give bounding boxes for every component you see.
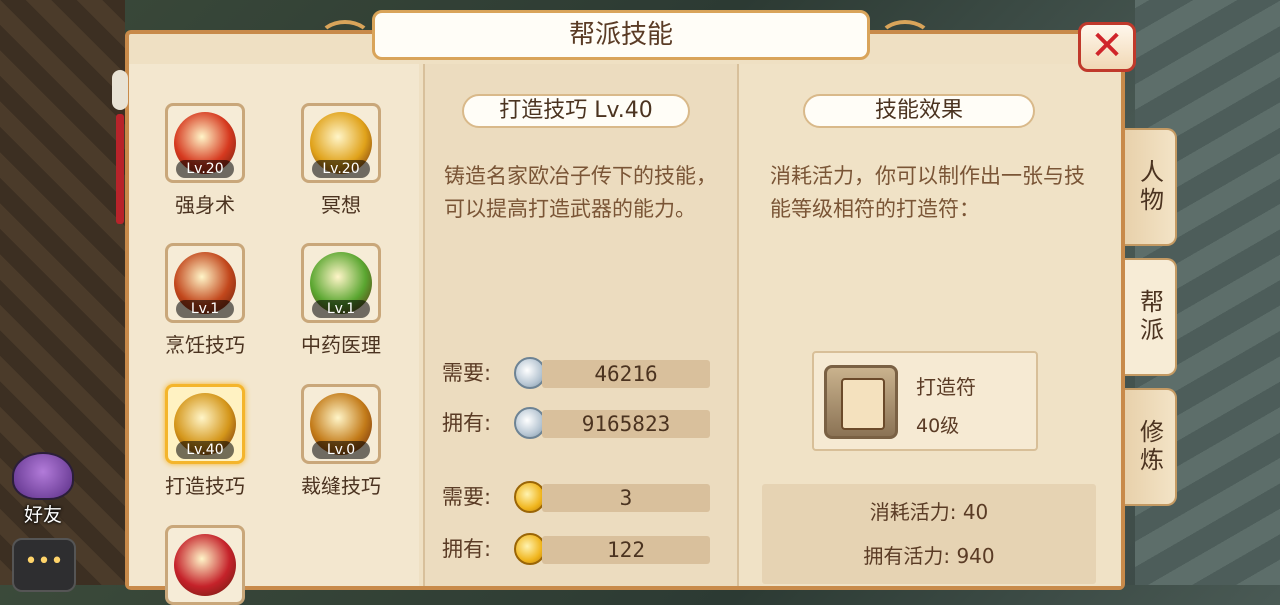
cost-label: 需要: [442, 485, 492, 509]
cost-value: 122 [542, 536, 710, 564]
cost-value: 46216 [542, 360, 710, 388]
item-level: 40级 [916, 415, 960, 437]
skill-name: 强身术 [175, 193, 235, 217]
skill-item[interactable]: Lv.20 冥想 [281, 103, 401, 218]
energy-cost: 消耗活力: 40 [869, 500, 989, 524]
skill-level-badge: Lv.20 [176, 160, 234, 178]
cost-row: 拥有: 122 [442, 533, 712, 565]
friends-label: 好友 [23, 504, 62, 526]
tab-cultivation[interactable]: 修炼 [1125, 388, 1177, 506]
skill-detail-title: 打造技巧 Lv.40 [462, 94, 690, 128]
skill-name: 中药医理 [301, 333, 381, 357]
skill-item[interactable]: Lv.1 中药医理 [281, 243, 401, 358]
tab-character[interactable]: 人物 [1125, 128, 1177, 246]
energy-box: 消耗活力: 40 拥有活力: 940 [762, 484, 1096, 584]
skill-name: 打造技巧 [165, 474, 245, 498]
item-frame [824, 365, 898, 439]
cost-row: 拥有: 9165823 [442, 407, 712, 439]
skill-name: 烹饪技巧 [165, 333, 245, 357]
chat-bubble-icon: ••• [24, 549, 64, 574]
wizard-avatar-icon [12, 452, 74, 500]
skill-orb-icon [174, 534, 236, 596]
tassel-ornament [112, 70, 128, 230]
skill-description: 铸造名家欧冶子传下的技能，可以提高打造武器的能力。 [444, 164, 717, 221]
skill-level-badge: Lv.40 [176, 441, 234, 459]
cost-label: 拥有: [442, 411, 492, 435]
cost-value: 3 [542, 484, 710, 512]
skill-level-badge: Lv.1 [312, 300, 370, 318]
skill-level-badge: Lv.20 [312, 160, 370, 178]
skill-item[interactable] [145, 525, 265, 605]
reward-item-card[interactable]: 打造符 40级 [812, 351, 1038, 451]
cost-value: 9165823 [542, 410, 710, 438]
item-name: 打造符 [916, 375, 976, 399]
scroll-icon [841, 378, 885, 430]
effect-description: 消耗活力，你可以制作出一张与技能等级相符的打造符： [770, 164, 1085, 221]
close-button[interactable]: ✕ [1078, 22, 1136, 72]
skill-item[interactable]: Lv.20 强身术 [145, 103, 265, 218]
cost-label: 拥有: [442, 537, 492, 561]
friends-button[interactable]: 好友 [8, 452, 78, 527]
skill-item[interactable]: Lv.0 裁缝技巧 [281, 384, 401, 499]
skill-item[interactable]: Lv.1 烹饪技巧 [145, 243, 265, 358]
skill-level-badge: Lv.1 [176, 300, 234, 318]
cost-label: 需要: [442, 361, 492, 385]
title-right-swirl-icon [878, 20, 932, 58]
tab-guild[interactable]: 帮派 [1125, 258, 1177, 376]
window-title: 帮派技能 [372, 10, 870, 60]
skill-level-badge: Lv.0 [312, 441, 370, 459]
energy-owned: 拥有活力: 940 [863, 544, 995, 568]
skill-name: 裁缝技巧 [301, 474, 381, 498]
skill-name: 冥想 [321, 193, 361, 217]
cost-row: 需要: 46216 [442, 357, 712, 389]
title-left-swirl-icon [318, 20, 372, 58]
effect-title: 技能效果 [803, 94, 1035, 128]
chat-button[interactable]: ••• [12, 538, 76, 592]
cost-row: 需要: 3 [442, 481, 712, 513]
skill-item-selected[interactable]: Lv.40 打造技巧 [145, 384, 265, 499]
close-icon: ✕ [1090, 23, 1124, 69]
